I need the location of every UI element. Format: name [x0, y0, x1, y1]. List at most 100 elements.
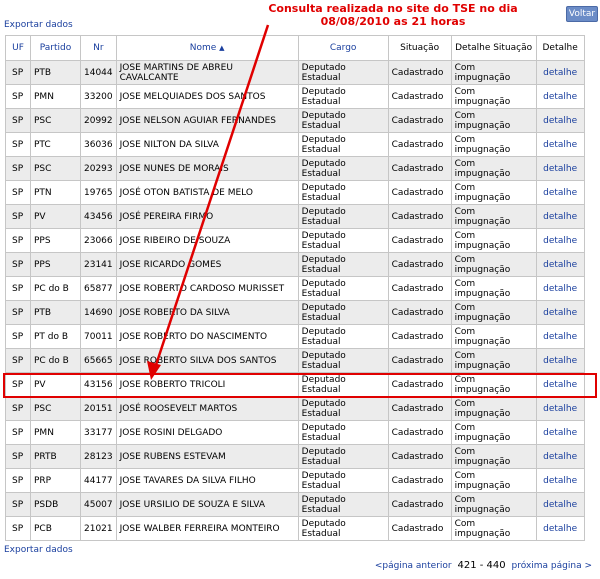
cell-nome: JOSE ROBERTO SILVA DOS SANTOS: [115, 348, 299, 373]
export-data-link-top[interactable]: Exportar dados: [4, 20, 73, 30]
cell-situacao: Cadastrado: [387, 516, 452, 541]
cell-detalhe-situacao: Com impugnação: [450, 300, 537, 325]
table-row: SP PMN 33177 JOSE ROSINI DELGADO Deputado Es…: [5, 420, 585, 445]
detalhe-link[interactable]: detalhe: [535, 516, 585, 541]
cell-nome: JOSE RUBENS ESTEVAM: [115, 444, 299, 469]
cell-partido: PTC: [30, 132, 81, 157]
col-header-detalhe: Detalhe: [535, 35, 585, 61]
detalhe-link[interactable]: detalhe: [535, 228, 585, 253]
detalhe-link[interactable]: detalhe: [535, 204, 585, 229]
detalhe-link[interactable]: detalhe: [535, 492, 585, 517]
detalhe-link[interactable]: detalhe: [535, 444, 585, 469]
cell-partido: PTB: [30, 300, 81, 325]
cell-situacao: Cadastrado: [387, 252, 452, 277]
cell-situacao: Cadastrado: [387, 204, 452, 229]
cell-uf: SP: [5, 132, 31, 157]
cell-nome: JOSE RIBEIRO DE SOUZA: [115, 228, 299, 253]
sort-ascending-icon: ▲: [219, 44, 225, 52]
cell-nome: JOSE ROBERTO DO NASCIMENTO: [115, 324, 299, 349]
cell-uf: SP: [5, 444, 31, 469]
detalhe-link[interactable]: detalhe: [535, 252, 585, 277]
cell-situacao: Cadastrado: [387, 228, 452, 253]
previous-page-link[interactable]: <página anterior: [375, 561, 452, 571]
col-header-cargo[interactable]: Cargo: [297, 35, 389, 61]
detalhe-link[interactable]: detalhe: [535, 396, 585, 421]
detalhe-link[interactable]: detalhe: [535, 132, 585, 157]
cell-partido: PRP: [30, 468, 81, 493]
col-header-partido[interactable]: Partido: [30, 35, 81, 61]
cell-uf: SP: [5, 420, 31, 445]
cell-nr: 65665: [80, 348, 117, 373]
table-row: SP PPS 23141 JOSE RICARDO GOMES Deputado Est…: [5, 252, 585, 277]
cell-cargo: Deputado Estadual: [297, 84, 389, 109]
cell-cargo: Deputado Estadual: [297, 348, 389, 373]
cell-situacao: Cadastrado: [387, 108, 452, 133]
cell-uf: SP: [5, 252, 31, 277]
cell-cargo: Deputado Estadual: [297, 60, 389, 85]
detalhe-link[interactable]: detalhe: [535, 468, 585, 493]
cell-situacao: Cadastrado: [387, 468, 452, 493]
table-row: SP PMN 33200 JOSE MELQUIADES DOS SANTOS Depu…: [5, 84, 585, 109]
cell-situacao: Cadastrado: [387, 132, 452, 157]
cell-nome: JOSÉ OTON BATISTA DE MELO: [115, 180, 299, 205]
voltar-button[interactable]: Voltar: [566, 6, 598, 22]
cell-situacao: Cadastrado: [387, 492, 452, 517]
table-row: SP PTN 19765 JOSÉ OTON BATISTA DE MELO Deput…: [5, 180, 585, 205]
detalhe-link[interactable]: detalhe: [535, 60, 585, 85]
cell-situacao: Cadastrado: [387, 444, 452, 469]
detalhe-link[interactable]: detalhe: [535, 324, 585, 349]
next-page-link[interactable]: próxima página >: [512, 561, 592, 571]
cell-partido: PCB: [30, 516, 81, 541]
cell-partido: PV: [30, 204, 81, 229]
detalhe-link[interactable]: detalhe: [535, 84, 585, 109]
cell-uf: SP: [5, 516, 31, 541]
cell-nome: JOSE ROSINI DELGADO: [115, 420, 299, 445]
detalhe-link[interactable]: detalhe: [535, 276, 585, 301]
cell-nome: JOSE NELSON AGUIAR FERNANDES: [115, 108, 299, 133]
cell-uf: SP: [5, 276, 31, 301]
col-header-detalhe-situacao: Detalhe Situação: [450, 35, 537, 61]
cell-partido: PSC: [30, 156, 81, 181]
cell-situacao: Cadastrado: [387, 156, 452, 181]
cell-detalhe-situacao: Com impugnação: [450, 132, 537, 157]
cell-cargo: Deputado Estadual: [297, 420, 389, 445]
col-header-nome[interactable]: Nome ▲: [115, 35, 299, 61]
table-row: SP PTB 14690 JOSE ROBERTO DA SILVA Deputado …: [5, 300, 585, 325]
cell-nome: JOSE NUNES DE MORAIS: [115, 156, 299, 181]
detalhe-link[interactable]: detalhe: [535, 156, 585, 181]
cell-cargo: Deputado Estadual: [297, 228, 389, 253]
table-row: SP PRP 44177 JOSE TAVARES DA SILVA FILHO Dep…: [5, 468, 585, 493]
cell-cargo: Deputado Estadual: [297, 516, 389, 541]
cell-nr: 20151: [80, 396, 117, 421]
export-data-link-bottom[interactable]: Exportar dados: [4, 545, 73, 555]
cell-partido: PTB: [30, 60, 81, 85]
cell-uf: SP: [5, 396, 31, 421]
cell-nome: JOSE TAVARES DA SILVA FILHO: [115, 468, 299, 493]
cell-situacao: Cadastrado: [387, 84, 452, 109]
cell-uf: SP: [5, 180, 31, 205]
cell-nome: JOSE NILTON DA SILVA: [115, 132, 299, 157]
cell-partido: PSDB: [30, 492, 81, 517]
cell-nr: 33200: [80, 84, 117, 109]
cell-nr: 44177: [80, 468, 117, 493]
cell-situacao: Cadastrado: [387, 420, 452, 445]
col-header-nr[interactable]: Nr: [80, 35, 117, 61]
cell-detalhe-situacao: Com impugnação: [450, 84, 537, 109]
table-row: SP PTB 14044 JOSE MARTINS DE ABREU CAVALCAN…: [5, 60, 585, 85]
detalhe-link[interactable]: detalhe: [535, 300, 585, 325]
cell-situacao: Cadastrado: [387, 276, 452, 301]
cell-nome: JOSE WALBER FERREIRA MONTEIRO: [115, 516, 299, 541]
cell-detalhe-situacao: Com impugnação: [450, 252, 537, 277]
cell-detalhe-situacao: Com impugnação: [450, 396, 537, 421]
annotation-line-1: Consulta realizada no site do TSE no dia: [268, 2, 518, 15]
detalhe-link[interactable]: detalhe: [535, 108, 585, 133]
detalhe-link[interactable]: detalhe: [535, 180, 585, 205]
col-header-uf[interactable]: UF: [5, 35, 31, 61]
detalhe-link[interactable]: detalhe: [535, 348, 585, 373]
table-row: SP PT do B 70011 JOSE ROBERTO DO NASCIMENTO…: [5, 324, 585, 349]
cell-partido: PSC: [30, 108, 81, 133]
cell-partido: PPS: [30, 252, 81, 277]
detalhe-link[interactable]: detalhe: [535, 420, 585, 445]
cell-nr: 43456: [80, 204, 117, 229]
cell-nr: 65877: [80, 276, 117, 301]
